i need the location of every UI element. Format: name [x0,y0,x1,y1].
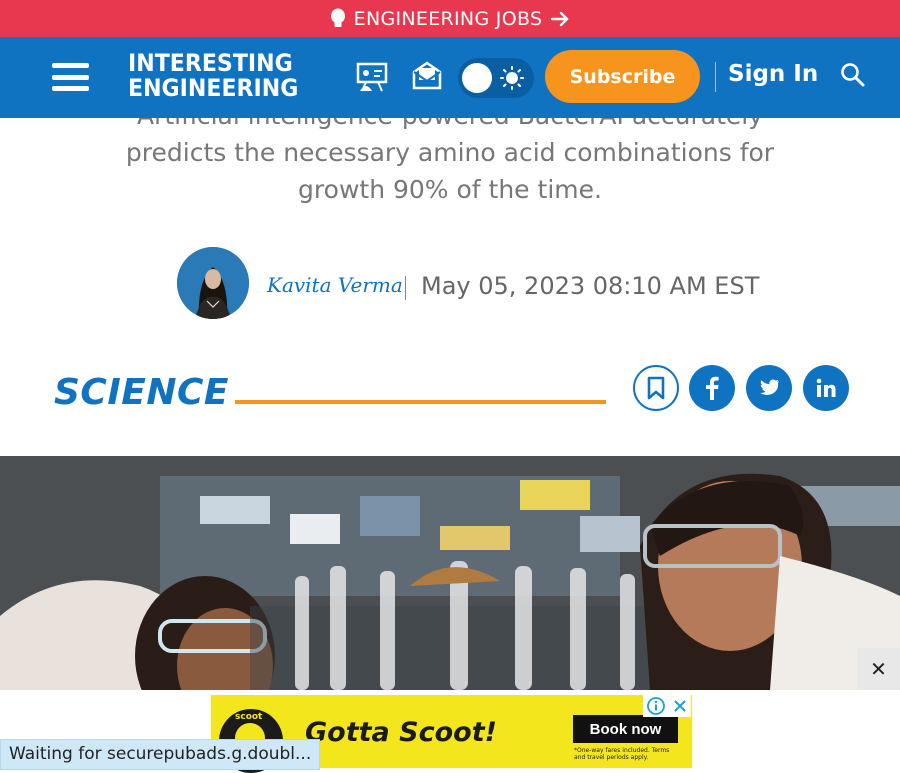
byline-separator [405,276,406,300]
author-avatar[interactable] [177,247,249,319]
article-hero-image [0,456,900,690]
envelope-icon[interactable] [411,59,443,91]
search-icon[interactable] [840,62,866,88]
facebook-icon [706,376,719,400]
toggle-knob [462,63,492,93]
ad-logo-text: scoot [235,712,263,722]
bookmark-icon [647,376,665,400]
theme-toggle[interactable] [458,58,534,98]
publish-date: May 05, 2023 08:10 AM EST [421,272,760,300]
sun-icon [500,66,524,90]
arrow-right-icon [551,11,570,26]
twitter-icon [760,379,779,395]
twitter-share-button[interactable] [746,365,792,411]
site-logo[interactable]: INTERESTING ENGINEERING [128,51,298,101]
category-underline [235,400,606,404]
browser-status-bar: Waiting for securepubads.g.doubl... [0,739,321,770]
ad-choices[interactable] [643,695,691,717]
header-divider [715,62,716,92]
ad-headline: Gotta Scoot! [305,717,497,748]
author-name-link[interactable]: Kavita Verma [267,273,403,297]
subtitle-line: predicts the necessary amino acid combin… [125,138,775,167]
lab-photo [0,456,900,690]
bookmark-button[interactable] [633,365,679,411]
category-label[interactable]: SCIENCE [54,372,229,413]
close-ad-button[interactable]: ✕ [857,648,900,690]
close-icon: ✕ [870,657,887,681]
subtitle-line: growth 90% of the time. [298,175,602,204]
facebook-share-button[interactable] [689,365,735,411]
linkedin-icon [816,378,836,397]
linkedin-share-button[interactable] [803,365,849,411]
close-icon[interactable] [673,699,687,713]
site-header: INTERESTING ENGINEERING Subscribe Sign I… [0,37,900,118]
subscribe-button[interactable]: Subscribe [545,50,700,103]
logo-line-2: ENGINEERING [128,74,299,102]
ad-fine-print: *One-way fares included. Terms and trave… [574,747,670,761]
hamburger-menu-icon[interactable] [52,63,89,91]
sign-in-link[interactable]: Sign In [728,61,818,87]
info-icon[interactable] [647,697,665,715]
engineering-jobs-banner[interactable]: ENGINEERING JOBS [0,0,900,37]
presentation-icon[interactable] [354,59,390,95]
ad-book-now-button[interactable]: Book now [573,715,678,743]
logo-line-1: INTERESTING [128,49,293,77]
author-photo [177,247,249,319]
engineering-jobs-label: ENGINEERING JOBS [353,7,543,30]
lightbulb-icon [330,8,345,27]
